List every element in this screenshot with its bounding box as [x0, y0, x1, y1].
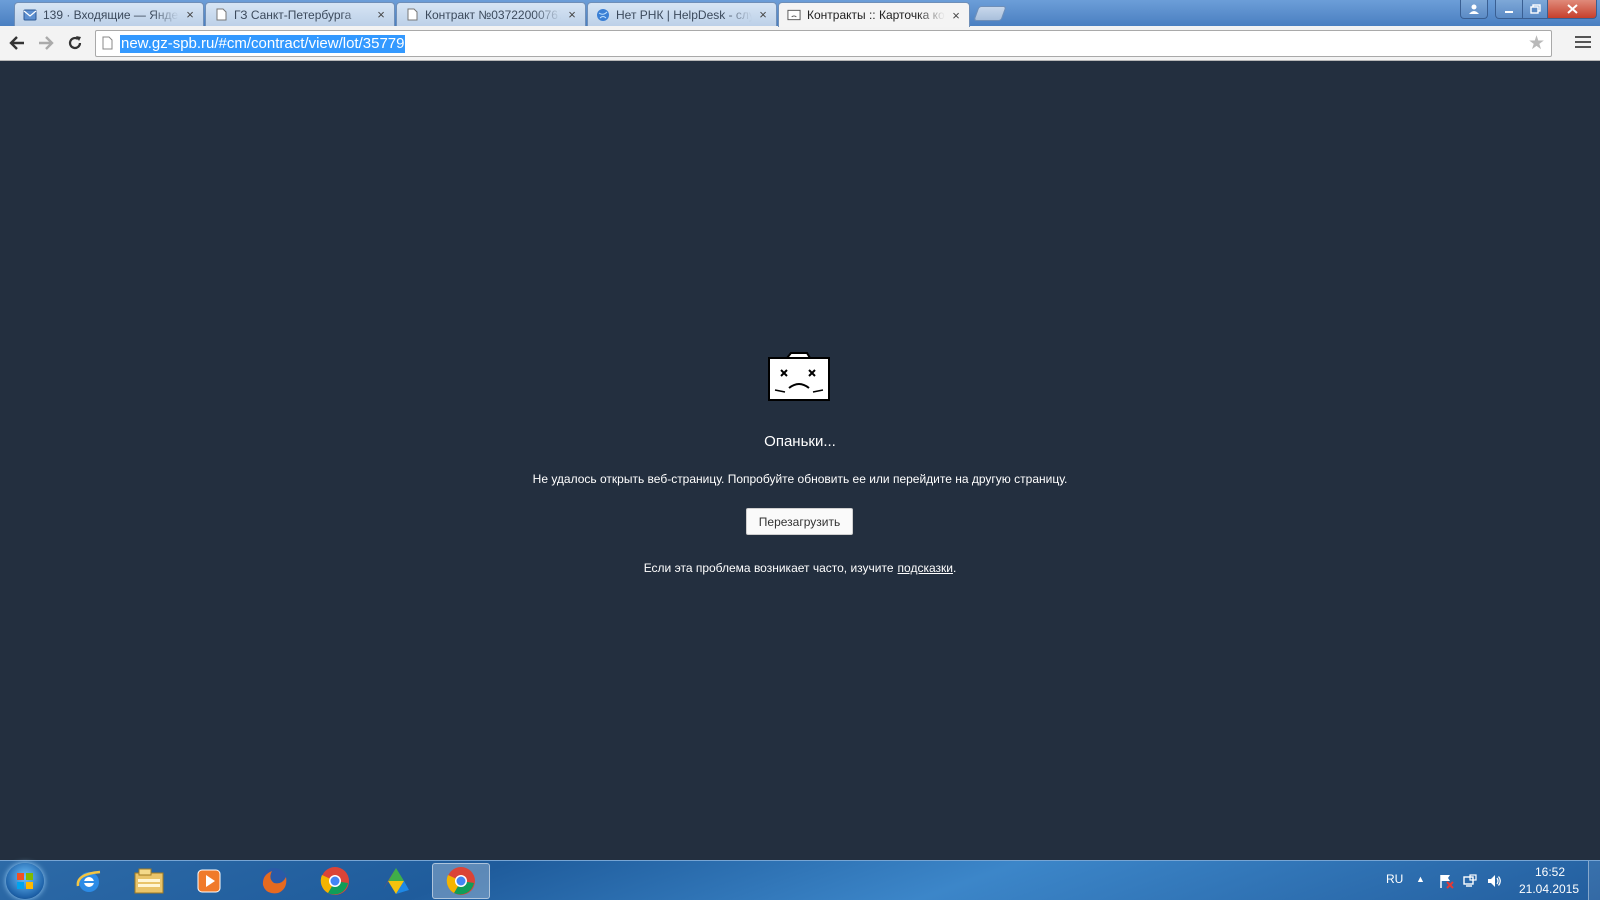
clock-date[interactable]: 21.04.2015	[1516, 882, 1582, 896]
page-icon	[214, 8, 228, 22]
menu-bar	[1575, 36, 1591, 38]
help-suffix: .	[952, 561, 957, 575]
error-message: Не удалось открыть веб-страницу. Попробу…	[532, 472, 1068, 486]
internet-explorer-icon	[76, 870, 101, 892]
restore-icon	[1529, 4, 1541, 14]
helpdesk-globe-icon	[596, 8, 610, 22]
tab-gz-spb[interactable]: ГЗ Санкт-Петербурга ×	[205, 2, 395, 26]
tab-title: Нет РНК | HelpDesk - служба	[616, 7, 752, 22]
taskbar-internet-explorer[interactable]	[60, 863, 118, 899]
tab-close-icon[interactable]: ×	[183, 7, 197, 22]
address-bar[interactable]: new.gz-spb.ru/#cm/contract/view/lot/3577…	[95, 30, 1552, 57]
taskbar-recycle-app[interactable]	[367, 863, 425, 899]
taskbar-media-player[interactable]	[180, 863, 238, 899]
close-icon	[1566, 4, 1578, 14]
error-title: Опаньки...	[764, 433, 836, 450]
language-indicator[interactable]: RU	[1386, 872, 1403, 886]
start-button[interactable]	[6, 863, 44, 899]
chrome-menu-button[interactable]	[1574, 34, 1592, 52]
tab-contracts-card[interactable]: Контракты :: Карточка контракта ×	[778, 2, 970, 27]
forward-button[interactable]	[34, 31, 58, 55]
browser-titlebar: 139 · Входящие — Яндекс × ГЗ Санкт-Петер…	[0, 0, 1600, 27]
reload-icon	[68, 36, 82, 50]
tab-close-icon[interactable]: ×	[565, 7, 579, 22]
chrome-icon	[320, 867, 349, 895]
close-window-button[interactable]	[1547, 0, 1597, 19]
tab-close-icon[interactable]: ×	[949, 8, 963, 23]
tab-contract[interactable]: Контракт №03722000767 ×	[396, 2, 586, 26]
sad-page-icon	[787, 8, 801, 22]
minimize-button[interactable]	[1495, 0, 1523, 19]
error-page: Опаньки... Не удалось открыть веб-страни…	[0, 61, 1600, 860]
profile-button[interactable]	[1460, 0, 1488, 19]
media-player-icon	[197, 869, 221, 893]
help-link[interactable]: подсказки	[898, 561, 953, 575]
browser-toolbar: new.gz-spb.ru/#cm/contract/view/lot/3577…	[0, 26, 1600, 61]
mail-icon	[23, 8, 37, 22]
restore-button[interactable]	[1522, 0, 1548, 19]
taskbar: RU ▲ 16:52 21.04.2015	[0, 860, 1600, 900]
chrome-active-icon	[446, 867, 475, 895]
tab-title: Контракты :: Карточка контракта	[807, 8, 945, 22]
menu-bar	[1575, 46, 1591, 48]
page-icon	[405, 8, 419, 22]
volume-icon[interactable]	[1486, 873, 1502, 889]
clock-time[interactable]: 16:52	[1520, 865, 1580, 879]
taskbar-chrome[interactable]	[306, 863, 364, 899]
arrow-right-icon	[39, 36, 54, 50]
help-text: Если эта проблема возникает часто, изучи…	[643, 561, 894, 575]
new-tab-button[interactable]	[973, 6, 1007, 21]
windows-logo-icon	[17, 873, 33, 889]
taskbar-firefox[interactable]	[245, 863, 303, 899]
action-center-flag-icon[interactable]	[1438, 873, 1454, 889]
tab-close-icon[interactable]: ×	[374, 7, 388, 22]
show-desktop-button[interactable]	[1588, 861, 1600, 900]
tab-title: ГЗ Санкт-Петербурга	[234, 7, 352, 22]
sad-tab-icon	[768, 352, 830, 401]
help-line: Если эта проблема возникает часто, изучи…	[0, 561, 1600, 575]
url-text[interactable]: new.gz-spb.ru/#cm/contract/view/lot/3577…	[120, 35, 406, 53]
tab-close-icon[interactable]: ×	[756, 7, 770, 22]
network-icon[interactable]	[1462, 873, 1478, 889]
arrow-left-icon	[9, 36, 24, 50]
tab-title: Контракт №03722000767	[425, 7, 561, 22]
menu-bar	[1575, 41, 1591, 43]
page-icon	[102, 36, 113, 50]
tab-title: 139 · Входящие — Яндекс	[43, 7, 179, 22]
taskbar-chrome-active[interactable]	[432, 863, 490, 899]
file-explorer-icon	[134, 868, 164, 894]
bookmark-star-icon[interactable]: ★	[1528, 34, 1545, 53]
reload-button[interactable]	[63, 31, 87, 55]
back-button[interactable]	[5, 31, 29, 55]
tray-expand-icon[interactable]: ▲	[1416, 874, 1425, 884]
minimize-icon	[1505, 11, 1513, 13]
firefox-icon	[261, 868, 287, 894]
reload-page-button[interactable]: Перезагрузить	[746, 508, 853, 535]
user-icon	[1469, 4, 1479, 14]
tab-helpdesk[interactable]: Нет РНК | HelpDesk - служба ×	[587, 2, 777, 26]
tab-mail[interactable]: 139 · Входящие — Яндекс ×	[14, 2, 204, 26]
taskbar-file-explorer[interactable]	[120, 863, 178, 899]
recycle-app-icon	[383, 868, 409, 894]
